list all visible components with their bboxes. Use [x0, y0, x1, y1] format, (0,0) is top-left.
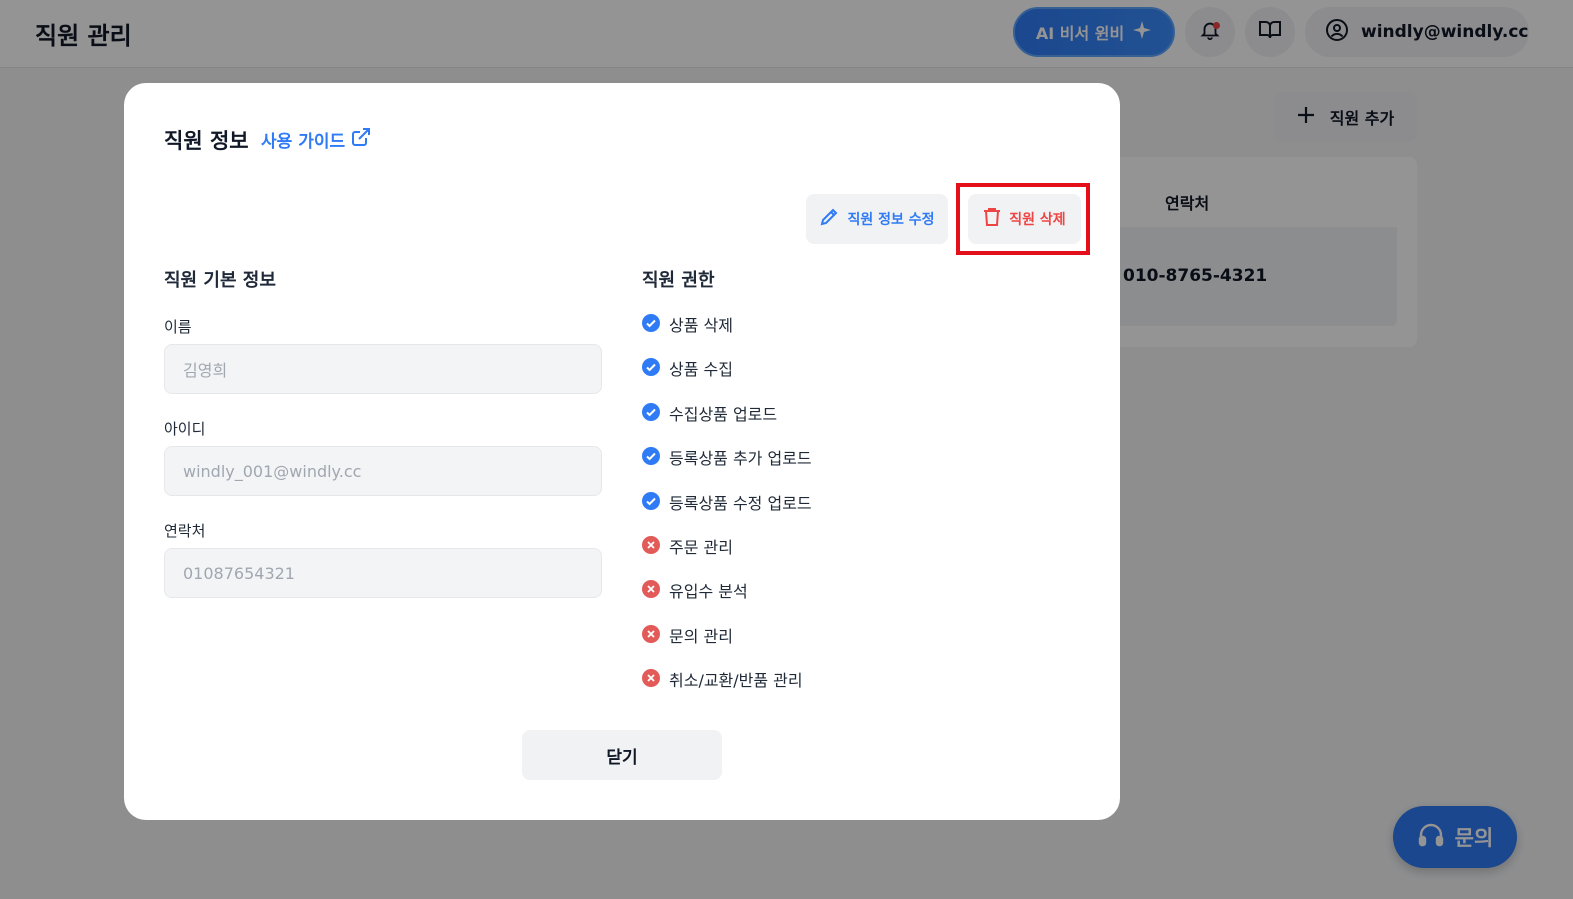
check-circle-icon: [642, 447, 660, 466]
x-circle-icon: [642, 624, 660, 643]
check-circle-icon: [642, 402, 660, 421]
permission-label: 유입수 분석: [669, 582, 748, 602]
usage-guide-link[interactable]: 사용 가이드: [261, 127, 371, 152]
external-link-icon: [351, 127, 371, 152]
permission-item: 주문 관리: [642, 534, 812, 578]
contact-field[interactable]: 01087654321: [164, 548, 602, 598]
check-circle-icon: [642, 358, 660, 377]
permission-label: 수집상품 업로드: [669, 404, 778, 424]
name-label: 이름: [164, 318, 192, 336]
permissions-title: 직원 권한: [642, 270, 715, 291]
contact-label: 연락처: [164, 522, 206, 540]
permission-label: 상품 삭제: [669, 316, 733, 335]
id-label: 아이디: [164, 420, 206, 438]
permission-item: 수집상품 업로드: [642, 401, 812, 445]
edit-staff-button[interactable]: 직원 정보 수정: [806, 194, 948, 244]
permission-label: 문의 관리: [669, 626, 733, 646]
permission-item: 취소/교환/반품 관리: [642, 667, 812, 711]
check-circle-icon: [642, 314, 660, 332]
modal-title: 직원 정보: [164, 129, 249, 153]
usage-guide-label: 사용 가이드: [261, 132, 346, 152]
permission-item: 유입수 분석: [642, 578, 812, 622]
permission-list: 상품 삭제상품 수집수집상품 업로드등록상품 추가 업로드등록상품 수정 업로드…: [642, 312, 812, 712]
edit-staff-label: 직원 정보 수정: [847, 212, 935, 228]
permission-item: 등록상품 수정 업로드: [642, 490, 812, 534]
x-circle-icon: [642, 669, 660, 688]
close-button[interactable]: 닫기: [522, 730, 722, 780]
permission-label: 등록상품 추가 업로드: [669, 449, 812, 469]
permission-item: 상품 삭제: [642, 312, 812, 356]
permission-label: 주문 관리: [669, 537, 733, 557]
permission-item: 등록상품 추가 업로드: [642, 445, 812, 489]
permission-label: 등록상품 수정 업로드: [669, 493, 812, 513]
x-circle-icon: [642, 580, 660, 599]
permission-item: 상품 수집: [642, 356, 812, 400]
permission-label: 취소/교환/반품 관리: [669, 671, 803, 691]
basic-info-title: 직원 기본 정보: [164, 270, 276, 291]
staff-info-modal: 직원 정보 사용 가이드 직원 정보 수정 직원 삭제 직원 기본 정보 이름 …: [124, 83, 1120, 820]
check-circle-icon: [642, 491, 660, 510]
pencil-icon: [819, 207, 839, 231]
delete-button-highlight: [956, 183, 1090, 255]
x-circle-icon: [642, 535, 660, 554]
permission-item: 문의 관리: [642, 623, 812, 667]
permission-label: 상품 수집: [669, 360, 733, 380]
id-field[interactable]: windly_001@windly.cc: [164, 446, 602, 496]
name-field[interactable]: 김영희: [164, 344, 602, 394]
